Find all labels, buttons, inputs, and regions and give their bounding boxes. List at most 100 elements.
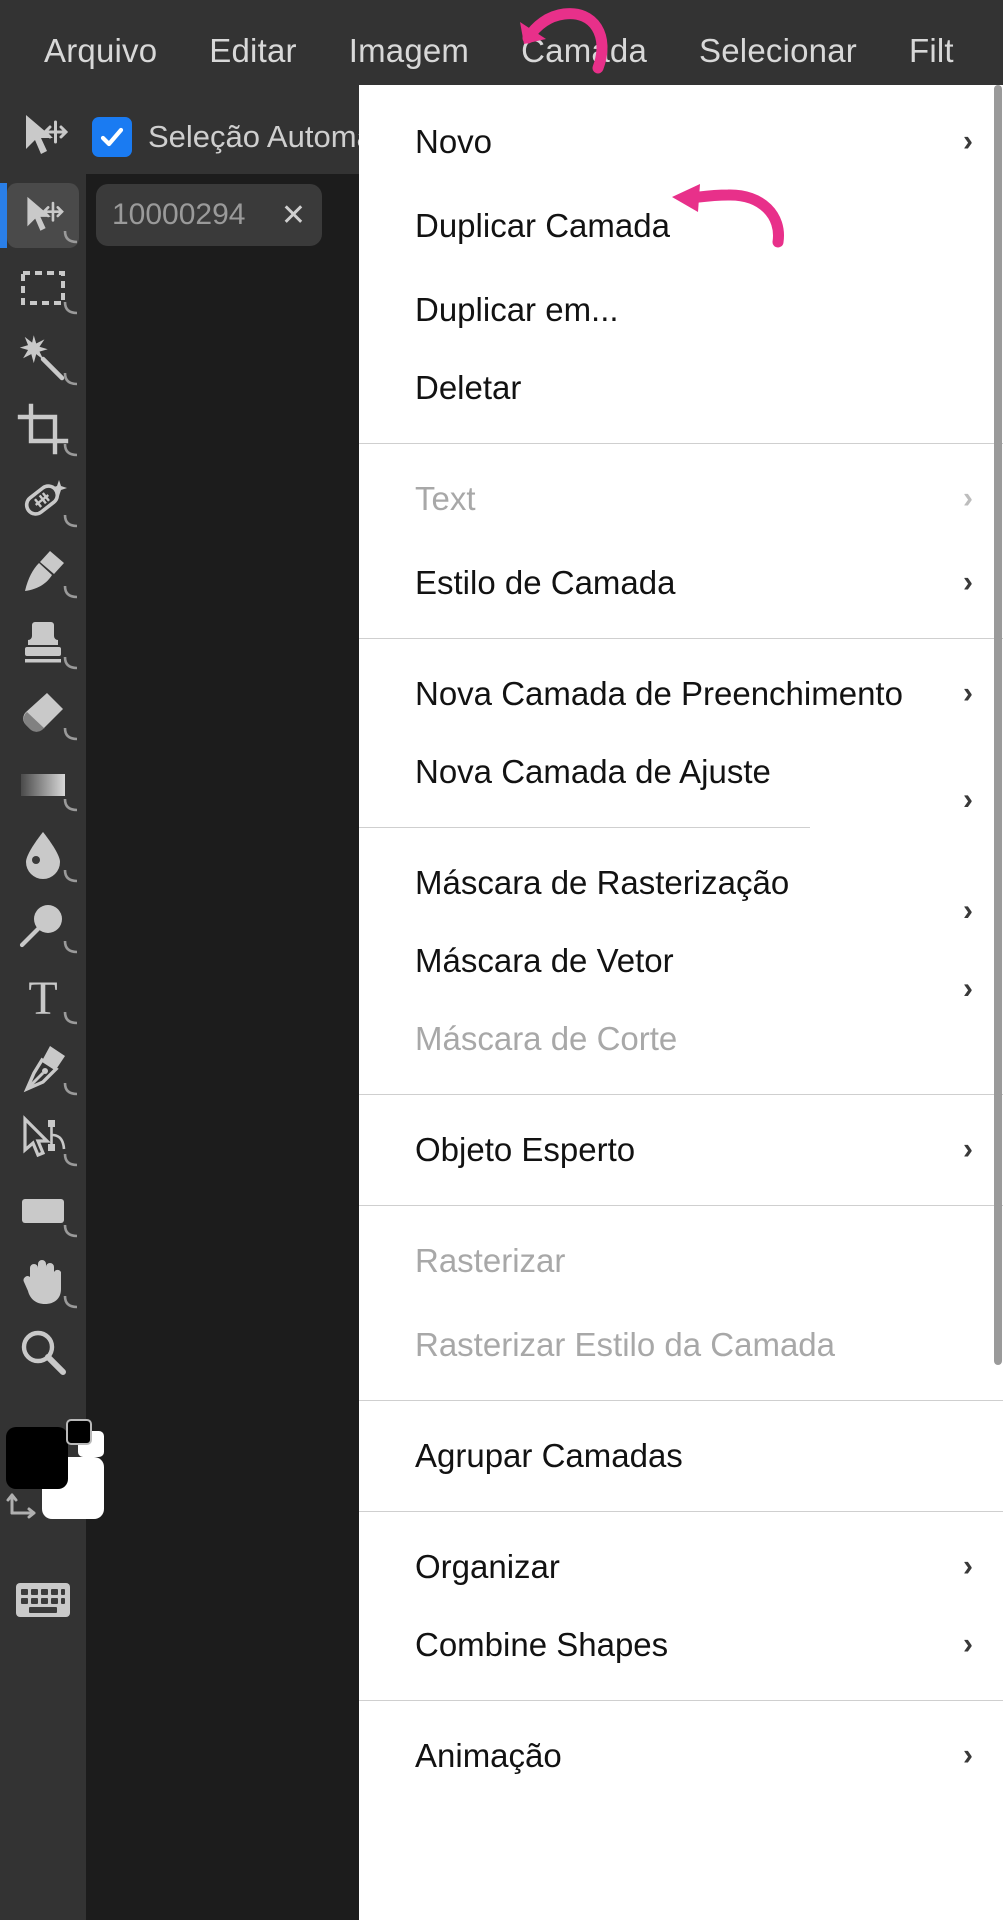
menu-separator: [359, 443, 1003, 444]
chevron-right-icon: ›: [963, 972, 973, 1006]
menu-separator: [359, 827, 810, 828]
menu-item-mascara-de-rasterizacao[interactable]: Máscara de Rasterização ›: [359, 848, 1003, 928]
tool-hand[interactable]: [0, 1245, 86, 1316]
menu-item-objeto-esperto[interactable]: Objeto Esperto ›: [359, 1115, 1003, 1185]
tool-zoom[interactable]: [0, 1316, 86, 1387]
menu-separator: [359, 1094, 1003, 1095]
crop-icon: [17, 403, 69, 454]
menu-selecionar[interactable]: Selecionar: [673, 34, 883, 67]
shape-rectangle-icon: [22, 1198, 64, 1223]
chevron-right-icon: ›: [963, 1627, 973, 1661]
tool-corner-indicator: [63, 1082, 78, 1096]
tool-shape[interactable]: [0, 1174, 86, 1245]
menu-item-deletar[interactable]: Deletar: [359, 353, 1003, 423]
layer-chip[interactable]: 10000294 ✕: [96, 184, 322, 246]
text-tool-icon: T: [28, 972, 57, 1023]
color-swatches[interactable]: [0, 1405, 104, 1555]
menu-item-rasterizar: Rasterizar: [415, 1241, 566, 1279]
keyboard-toggle[interactable]: [0, 1555, 86, 1645]
foreground-color-swatch[interactable]: [6, 1427, 68, 1489]
tool-dodge[interactable]: [0, 890, 86, 961]
checkmark-icon: [100, 127, 124, 147]
tool-pen[interactable]: [0, 1032, 86, 1103]
tool-corner-indicator: [63, 1224, 78, 1238]
tool-rectangular-marquee[interactable]: [0, 251, 86, 322]
chevron-right-icon: ›: [963, 783, 973, 817]
paintbrush-icon: [25, 550, 64, 591]
tool-corner-indicator: [63, 869, 78, 883]
menu-filtro[interactable]: Filt: [883, 34, 980, 67]
menu-editar[interactable]: Editar: [183, 34, 322, 67]
tool-corner-indicator: [63, 727, 78, 741]
tool-clone-stamp[interactable]: [0, 606, 86, 677]
tool-corner-indicator: [63, 798, 78, 812]
tools-panel: T: [0, 174, 104, 1920]
menu-camada[interactable]: Camada: [495, 34, 673, 67]
tool-corner-indicator: [63, 230, 78, 244]
healing-brush-icon: [24, 479, 67, 516]
menu-item-duplicar-camada[interactable]: Duplicar Camada: [359, 191, 1003, 261]
pen-tool-icon: [23, 1045, 65, 1092]
menu-item-mascara-de-corte: Máscara de Corte: [415, 1019, 678, 1057]
dropdown-scrollbar[interactable]: [993, 85, 1003, 1920]
tool-blur[interactable]: [0, 819, 86, 890]
svg-text:T: T: [28, 972, 57, 1023]
swap-colors-icon[interactable]: [4, 1483, 46, 1525]
tool-corner-indicator: [63, 372, 78, 386]
magic-wand-icon: [19, 334, 65, 380]
menu-item-agrupar-camadas[interactable]: Agrupar Camadas: [359, 1421, 1003, 1491]
menu-item-novo[interactable]: Novo ›: [359, 107, 1003, 177]
chevron-right-icon: ›: [963, 1549, 973, 1583]
menu-item-nova-camada-de-ajuste[interactable]: Nova Camada de Ajuste ›: [359, 737, 1003, 817]
tool-move[interactable]: [0, 180, 86, 251]
blur-drop-icon: [26, 831, 60, 879]
chevron-right-icon: ›: [963, 1738, 973, 1772]
close-icon[interactable]: ✕: [281, 198, 306, 233]
tool-crop[interactable]: [0, 393, 86, 464]
tool-magic-wand[interactable]: [0, 322, 86, 393]
menu-separator: [359, 1400, 1003, 1401]
eraser-icon: [23, 692, 63, 732]
tool-corner-indicator: [63, 1295, 78, 1309]
tool-text[interactable]: T: [0, 961, 86, 1032]
menu-item-mascara-de-vetor[interactable]: Máscara de Vetor ›: [359, 926, 1003, 1006]
move-tool-icon: [27, 196, 64, 231]
menu-item-animacao[interactable]: Animação ›: [359, 1721, 1003, 1791]
tool-eraser[interactable]: [0, 677, 86, 748]
path-selection-icon: [23, 1114, 66, 1157]
chevron-right-icon: ›: [963, 894, 973, 928]
menu-item-duplicar-em[interactable]: Duplicar em...: [359, 275, 1003, 345]
auto-select-checkbox[interactable]: [92, 117, 132, 157]
menu-separator: [359, 1511, 1003, 1512]
tool-corner-indicator: [63, 443, 78, 457]
tool-healing-brush[interactable]: [0, 464, 86, 535]
move-tool-icon: [14, 109, 74, 165]
tool-corner-indicator: [63, 940, 78, 954]
tool-corner-indicator: [63, 301, 78, 315]
tool-corner-indicator: [63, 1011, 78, 1025]
tool-corner-indicator: [63, 585, 78, 599]
chevron-right-icon: ›: [963, 676, 973, 710]
gradient-icon: [21, 773, 65, 796]
menu-imagem[interactable]: Imagem: [323, 34, 495, 67]
menu-item-nova-camada-de-preenchimento[interactable]: Nova Camada de Preenchimento ›: [359, 659, 1003, 729]
layer-chip-name: 10000294: [112, 198, 246, 231]
menu-item-estilo-de-camada[interactable]: Estilo de Camada ›: [359, 548, 1003, 618]
menu-item-rasterizar-estilo-da-camada: Rasterizar Estilo da Camada: [415, 1325, 836, 1363]
tool-path-selection[interactable]: [0, 1103, 86, 1174]
chevron-right-icon: ›: [963, 481, 973, 515]
clone-stamp-icon: [25, 621, 61, 662]
rectangular-marquee-icon: [21, 270, 65, 305]
dodge-icon: [19, 904, 62, 947]
camada-dropdown-menu[interactable]: Novo › Duplicar Camada Duplicar em... De…: [359, 85, 1003, 1920]
menu-item-combine-shapes[interactable]: Combine Shapes ›: [359, 1610, 1003, 1680]
tool-paintbrush[interactable]: [0, 535, 86, 606]
tool-gradient[interactable]: [0, 748, 86, 819]
dropdown-scrollbar-thumb[interactable]: [994, 85, 1002, 1365]
zoom-tool-icon: [21, 1330, 66, 1375]
menu-item-organizar[interactable]: Organizar ›: [359, 1532, 1003, 1602]
mini-foreground-swatch[interactable]: [66, 1419, 92, 1445]
menu-item-text: Text ›: [415, 479, 973, 517]
menu-arquivo[interactable]: Arquivo: [18, 34, 183, 67]
tool-corner-indicator: [63, 514, 78, 528]
